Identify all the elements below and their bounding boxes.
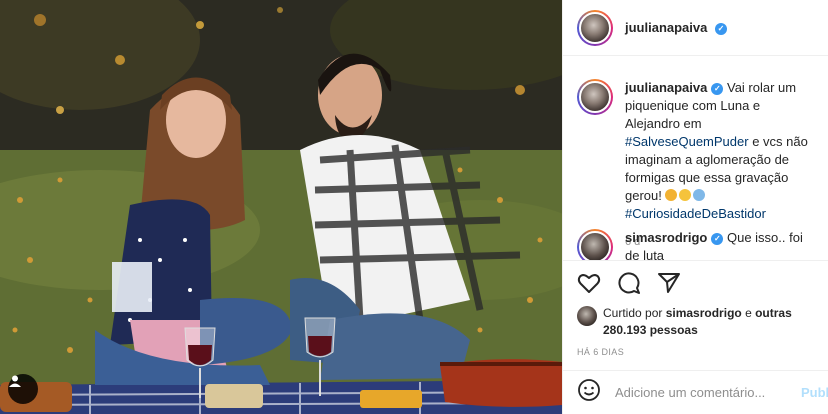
emoji-icon: [578, 379, 600, 401]
author-avatar[interactable]: [577, 9, 613, 46]
add-comment-bar: Publicar: [563, 370, 828, 414]
comments-section: juulianapaiva ✓ Vai rolar um piquenique c…: [563, 57, 828, 261]
liked-by-prefix: Curtido por: [603, 306, 666, 320]
verified-badge-icon: ✓: [711, 82, 724, 95]
author-username[interactable]: juulianapaiva ✓: [625, 20, 727, 35]
caption-username[interactable]: juulianapaiva: [625, 80, 707, 95]
share-icon: [658, 273, 680, 293]
reply-author-avatar[interactable]: [577, 229, 613, 261]
comment-button[interactable]: [617, 271, 643, 297]
publish-comment-button[interactable]: Publicar: [801, 385, 828, 400]
post-actions: Curtido por simasrodrigo e outras 280.19…: [563, 260, 828, 370]
liker-avatar[interactable]: [577, 306, 597, 326]
comment-input[interactable]: [615, 385, 791, 400]
liked-by-middle: e: [741, 306, 756, 320]
comment-icon: [618, 272, 640, 294]
caption-comment: juulianapaiva ✓ Vai rolar um piquenique c…: [577, 79, 815, 251]
emoji-icon: [665, 189, 678, 201]
post-timestamp[interactable]: HÁ 6 DIAS: [577, 347, 624, 357]
reply-body: simasrodrigo ✓ Que isso.. foi de luta: [625, 229, 815, 261]
post-side-panel: juulianapaiva ✓ juulianapaiva ✓ Vai rolar…: [562, 0, 828, 414]
verified-badge-icon: ✓: [711, 232, 724, 245]
heart-icon: [577, 274, 601, 293]
liked-by: Curtido por simasrodrigo e outras 280.19…: [577, 305, 803, 339]
liked-by-text: Curtido por simasrodrigo e outras 280.19…: [603, 305, 803, 339]
emoji-picker-button[interactable]: [577, 378, 601, 407]
hashtag-link[interactable]: #SalveseQuemPuder: [625, 134, 749, 149]
reply-username[interactable]: simasrodrigo: [625, 230, 707, 245]
caption-author-avatar[interactable]: [577, 79, 613, 115]
photo-illustration: [0, 0, 562, 414]
post-header: juulianapaiva ✓: [563, 0, 828, 56]
liked-by-user[interactable]: simasrodrigo: [666, 306, 742, 320]
post-photo[interactable]: [0, 0, 562, 414]
user-tag-button[interactable]: [8, 374, 38, 404]
reply-comment: simasrodrigo ✓ Que isso.. foi de luta: [577, 229, 815, 261]
emoji-icon: [693, 189, 706, 201]
emoji-icon: [679, 189, 692, 201]
hashtag-link[interactable]: #CuriosidadeDeBastidor: [625, 206, 766, 221]
user-tag-icon: [9, 375, 21, 387]
caption-body: juulianapaiva ✓ Vai rolar um piquenique c…: [625, 79, 815, 251]
like-button[interactable]: [577, 271, 603, 297]
verified-badge-icon: ✓: [715, 22, 727, 35]
action-icons: [577, 271, 683, 297]
share-button[interactable]: [657, 271, 683, 297]
author-username-text[interactable]: juulianapaiva: [625, 20, 707, 35]
